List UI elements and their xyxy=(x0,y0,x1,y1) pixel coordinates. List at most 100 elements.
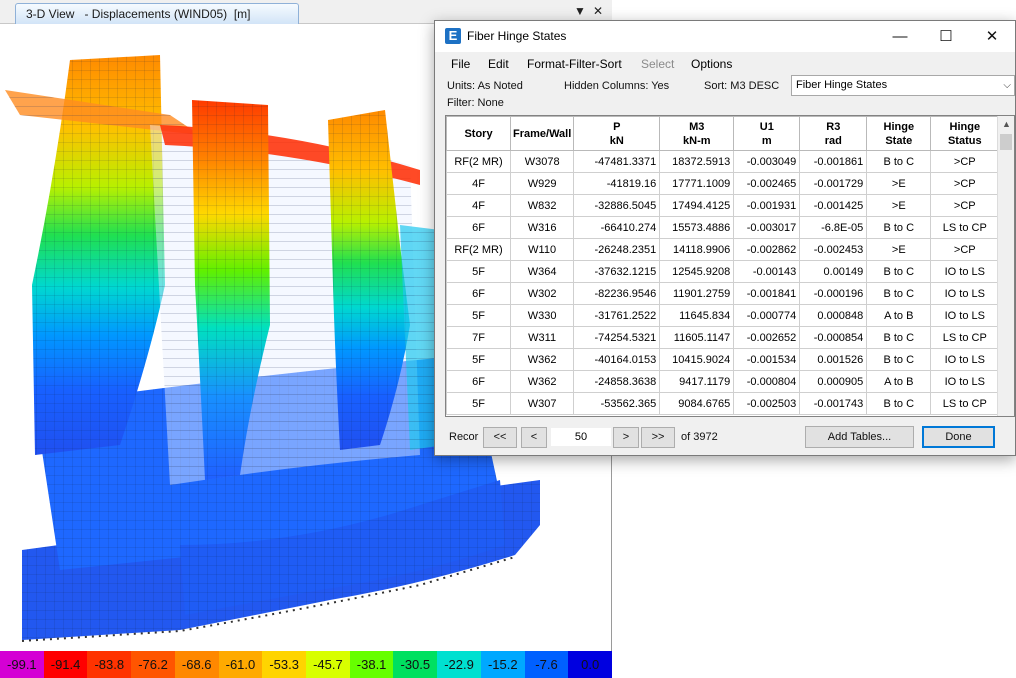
table-cell[interactable]: 0.000848 xyxy=(799,304,868,327)
done-button[interactable]: Done xyxy=(922,426,995,448)
table-cell[interactable]: -0.003017 xyxy=(733,216,801,239)
table-cell[interactable]: LS to CP xyxy=(930,326,1000,349)
table-cell[interactable]: LS to CP xyxy=(930,216,1000,239)
table-cell[interactable]: 11605.1147 xyxy=(659,326,735,349)
table-cell[interactable]: W311 xyxy=(509,326,575,349)
table-row[interactable]: 6F W362 -24858.3638 9417.1179 -0.000804 0.000… xyxy=(446,370,1000,393)
table-cell[interactable]: 14118.9906 xyxy=(659,238,735,261)
table-cell[interactable]: -0.000196 xyxy=(799,282,868,305)
table-selector-dropdown[interactable]: Fiber Hinge States ⌵ xyxy=(791,75,1015,96)
table-cell[interactable]: IO to LS xyxy=(930,260,1000,283)
table-cell[interactable]: -24858.3638 xyxy=(573,370,661,393)
table-cell[interactable]: 4F xyxy=(446,172,511,195)
table-cell[interactable]: B to C xyxy=(866,392,932,415)
close-icon[interactable]: ✕ xyxy=(969,21,1015,52)
table-cell[interactable]: W364 xyxy=(509,260,575,283)
table-cell[interactable]: 9417.1179 xyxy=(659,370,735,393)
table-cell[interactable]: 9084.6765 xyxy=(659,392,735,415)
table-cell[interactable]: >CP xyxy=(930,150,1000,173)
table-cell[interactable]: W362 xyxy=(509,370,575,393)
table-cell[interactable]: 12545.9208 xyxy=(659,260,735,283)
table-row[interactable]: 5F W330 -31761.2522 11645.834 -0.000774 0.000… xyxy=(446,304,1000,327)
table-cell[interactable]: W330 xyxy=(509,304,575,327)
table-cell[interactable]: >CP xyxy=(930,194,1000,217)
table-row[interactable]: RF(2 MR) W110 -26248.2351 14118.9906 -0.0028… xyxy=(446,238,1000,261)
table-row[interactable]: 4F W929 -41819.16 17771.1009 -0.002465 -0.001… xyxy=(446,172,1000,195)
table-cell[interactable]: 5F xyxy=(446,304,511,327)
table-cell[interactable]: 15573.4886 xyxy=(659,216,735,239)
table-cell[interactable]: 18372.5913 xyxy=(659,150,735,173)
table-cell[interactable]: W302 xyxy=(509,282,575,305)
table-cell[interactable]: -0.001841 xyxy=(733,282,801,305)
table-cell[interactable]: -32886.5045 xyxy=(573,194,661,217)
menu-options[interactable]: Options xyxy=(691,57,732,71)
column-header[interactable]: Story xyxy=(446,116,511,151)
menu-format-filter-sort[interactable]: Format-Filter-Sort xyxy=(527,57,622,71)
table-cell[interactable]: -47481.3371 xyxy=(573,150,661,173)
table-cell[interactable]: >E xyxy=(866,238,932,261)
table-cell[interactable]: A to B xyxy=(866,370,932,393)
table-cell[interactable]: 11901.2759 xyxy=(659,282,735,305)
table-cell[interactable]: B to C xyxy=(866,216,932,239)
table-cell[interactable]: W362 xyxy=(509,348,575,371)
table-cell[interactable]: B to C xyxy=(866,348,932,371)
table-cell[interactable]: -6.8E-05 xyxy=(799,216,868,239)
table-cell[interactable]: -0.001534 xyxy=(733,348,801,371)
table-cell[interactable]: W832 xyxy=(509,194,575,217)
column-header[interactable]: Hinge State xyxy=(866,116,932,151)
table-cell[interactable]: -0.002453 xyxy=(799,238,868,261)
maximize-icon[interactable]: ☐ xyxy=(923,21,969,52)
table-cell[interactable]: 0.00149 xyxy=(799,260,868,283)
table-cell[interactable]: -41819.16 xyxy=(573,172,661,195)
column-header[interactable]: R3 rad xyxy=(799,116,868,151)
table-row[interactable]: 5F W364 -37632.1215 12545.9208 -0.00143 0.001… xyxy=(446,260,1000,283)
table-cell[interactable]: 5F xyxy=(446,392,511,415)
table-row[interactable]: 5F W362 -40164.0153 10415.9024 -0.001534 0.00… xyxy=(446,348,1000,371)
table-cell[interactable]: 6F xyxy=(446,370,511,393)
last-record-button[interactable]: >> xyxy=(641,427,675,448)
table-cell[interactable]: -0.001931 xyxy=(733,194,801,217)
table-cell[interactable]: W110 xyxy=(509,238,575,261)
view-tab[interactable]: 3-D View - Displacements (WIND05) [m] xyxy=(15,3,299,24)
minimize-icon[interactable]: — xyxy=(877,21,923,52)
first-record-button[interactable]: << xyxy=(483,427,517,448)
table-cell[interactable]: -82236.9546 xyxy=(573,282,661,305)
table-cell[interactable]: 0.000905 xyxy=(799,370,868,393)
scroll-up-icon[interactable]: ▲ xyxy=(998,116,1014,133)
table-cell[interactable]: W3078 xyxy=(509,150,575,173)
table-cell[interactable]: >E xyxy=(866,194,932,217)
view-close-icon[interactable]: ✕ xyxy=(590,3,606,19)
table-row[interactable]: 6F W302 -82236.9546 11901.2759 -0.001841 -0.0… xyxy=(446,282,1000,305)
column-header[interactable]: PkN xyxy=(573,116,661,151)
view-menu-arrow-icon[interactable]: ▼ xyxy=(572,3,588,19)
column-header[interactable]: M3 kN-m xyxy=(659,116,735,151)
table-cell[interactable]: 10415.9024 xyxy=(659,348,735,371)
table-cell[interactable]: B to C xyxy=(866,150,932,173)
table-cell[interactable]: -40164.0153 xyxy=(573,348,661,371)
table-cell[interactable]: RF(2 MR) xyxy=(446,150,511,173)
table-cell[interactable]: 17494.4125 xyxy=(659,194,735,217)
dialog-title-bar[interactable]: E Fiber Hinge States — ☐ ✕ xyxy=(435,21,1015,52)
table-row[interactable]: 4F W832 -32886.5045 17494.4125 -0.001931 -0.0… xyxy=(446,194,1000,217)
table-cell[interactable]: 11645.834 xyxy=(659,304,735,327)
table-cell[interactable]: -0.000804 xyxy=(733,370,801,393)
table-cell[interactable]: W929 xyxy=(509,172,575,195)
table-cell[interactable]: 6F xyxy=(446,282,511,305)
table-cell[interactable]: 4F xyxy=(446,194,511,217)
table-cell[interactable]: W307 xyxy=(509,392,575,415)
table-cell[interactable]: IO to LS xyxy=(930,304,1000,327)
table-cell[interactable]: -0.000774 xyxy=(733,304,801,327)
record-number-input[interactable] xyxy=(551,428,611,446)
vertical-scrollbar[interactable]: ▲ xyxy=(997,116,1014,416)
table-cell[interactable]: -74254.5321 xyxy=(573,326,661,349)
table-cell[interactable]: 5F xyxy=(446,348,511,371)
table-cell[interactable]: -0.002862 xyxy=(733,238,801,261)
table-cell[interactable]: B to C xyxy=(866,326,932,349)
scrollbar-thumb[interactable] xyxy=(1000,134,1012,150)
table-cell[interactable]: -0.002503 xyxy=(733,392,801,415)
table-cell[interactable]: IO to LS xyxy=(930,370,1000,393)
column-header[interactable]: Hinge Status xyxy=(930,116,1000,151)
table-cell[interactable]: -0.003049 xyxy=(733,150,801,173)
table-cell[interactable]: -0.002465 xyxy=(733,172,801,195)
table-row[interactable]: 5F W307 -53562.365 9084.6765 -0.002503 -0.001… xyxy=(446,392,1000,415)
